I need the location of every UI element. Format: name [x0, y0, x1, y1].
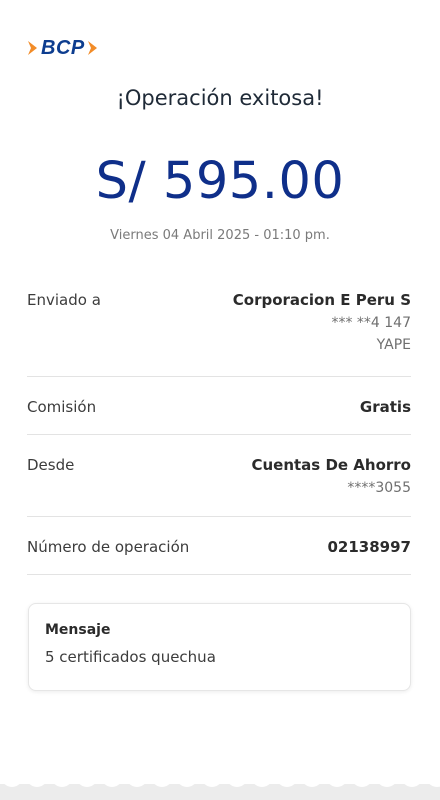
source-account-number: ****3055: [347, 480, 411, 496]
message-label: Mensaje: [45, 622, 111, 638]
commission-value: Gratis: [359, 398, 411, 416]
bcp-logo-icon: [28, 41, 37, 55]
bcp-logo-icon: [87, 41, 97, 55]
page-title: ¡Operación exitosa!: [116, 86, 324, 110]
detail-label: Enviado a: [27, 291, 101, 309]
divider: [27, 376, 411, 377]
message-text: 5 certificados quechua: [45, 648, 216, 666]
detail-label: Desde: [27, 456, 75, 474]
receipt-edge: [0, 776, 440, 800]
source-account-type: Cuentas De Ahorro: [251, 456, 411, 474]
detail-row-recipient: Enviado a Corporacion E Peru S *** **4 1…: [27, 291, 411, 353]
divider: [27, 434, 411, 435]
recipient-channel: YAPE: [376, 337, 411, 353]
recipient-name: Corporacion E Peru S: [232, 291, 411, 309]
detail-row-source: Desde Cuentas De Ahorro ****3055: [27, 456, 411, 496]
detail-label: Número de operación: [27, 538, 190, 556]
message-card: Mensaje 5 certificados quechua: [28, 603, 411, 691]
logo-text: BCP: [41, 36, 85, 59]
detail-label: Comisión: [27, 398, 97, 416]
divider: [27, 574, 411, 575]
bcp-logo: BCP: [27, 36, 99, 60]
detail-row-operation-number: Número de operación 02138997: [27, 538, 411, 556]
transaction-date: Viernes 04 Abril 2025 - 01:10 pm.: [110, 228, 330, 243]
detail-row-commission: Comisión Gratis: [27, 398, 411, 416]
amount: S/ 595.00: [95, 152, 345, 211]
operation-number: 02138997: [327, 538, 412, 556]
recipient-account: *** **4 147: [331, 315, 411, 331]
divider: [27, 516, 411, 517]
